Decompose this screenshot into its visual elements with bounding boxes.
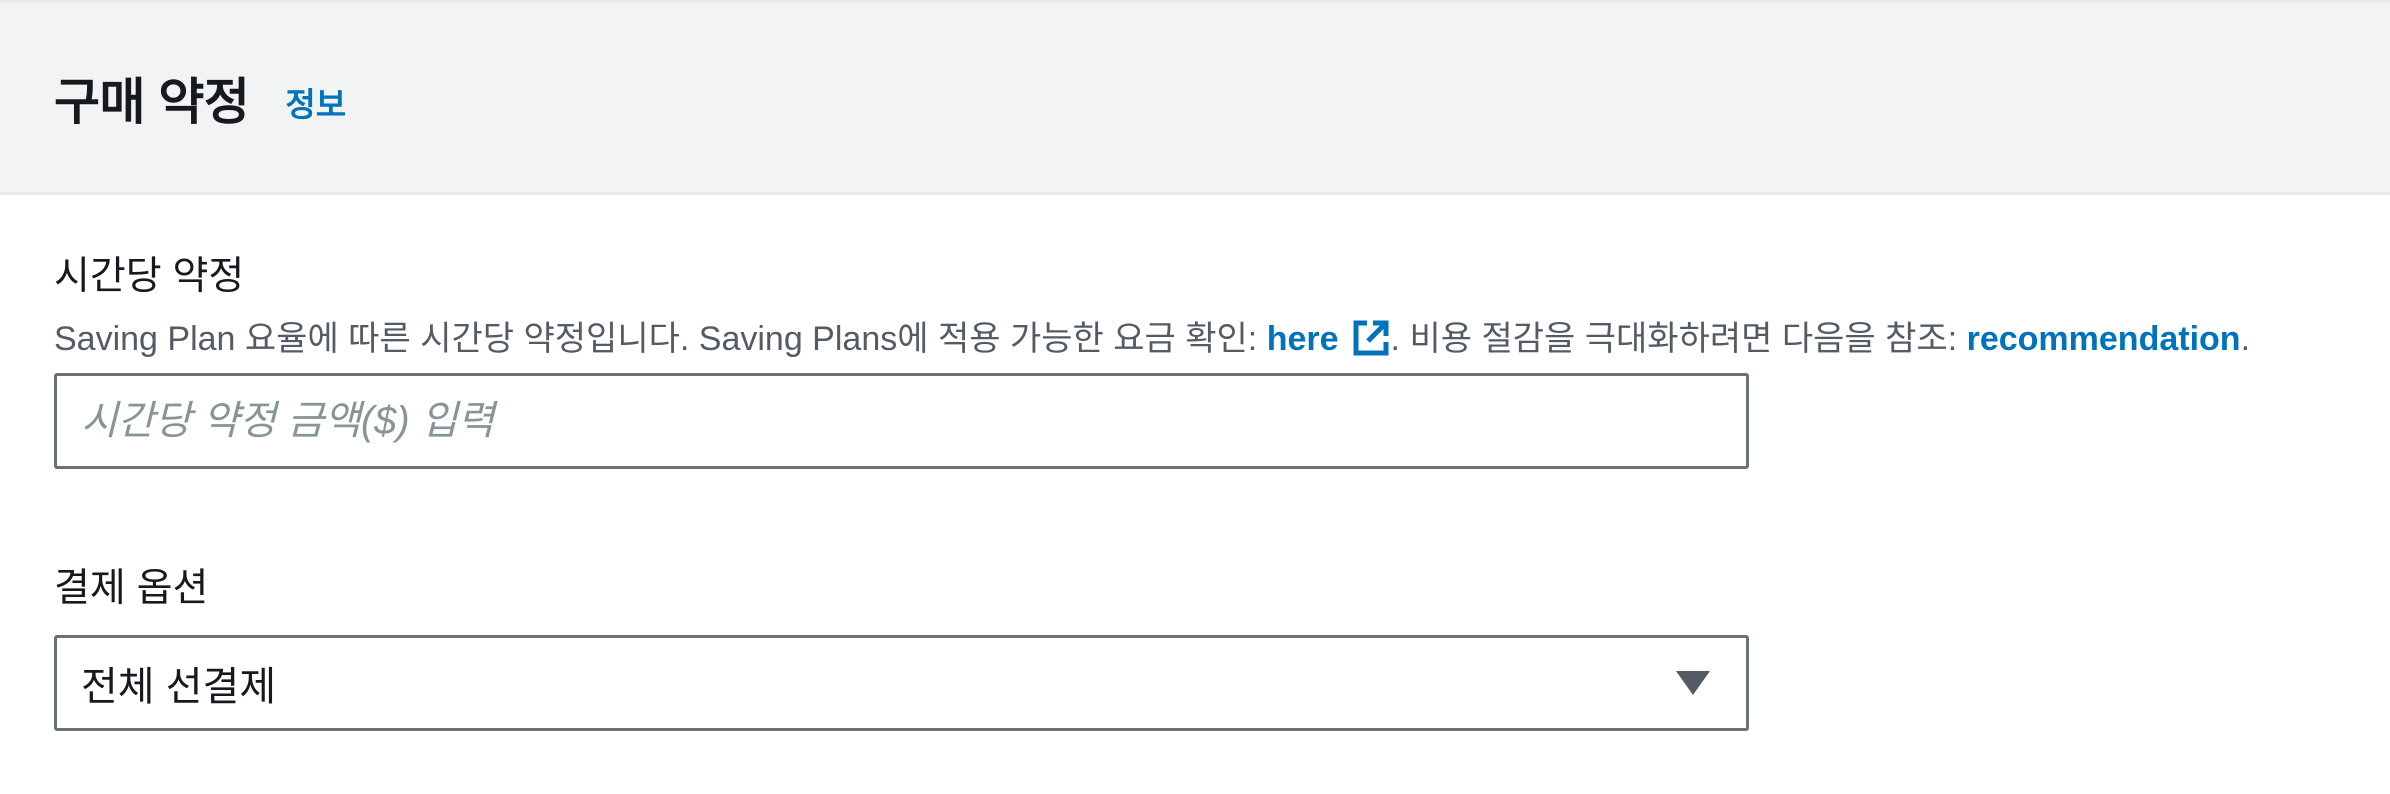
payment-option-selected-value: 전체 선결제 [81,665,277,709]
description-text-3: . [2240,320,2251,358]
recommendation-link[interactable]: recommendation [1967,320,2241,358]
hourly-commitment-field: 시간당 약정 Saving Plan 요율에 따른 시간당 약정입니다. Sav… [54,253,2390,469]
caret-down-icon [1676,671,1710,695]
panel-header: 구매 약정 정보 [0,0,2390,195]
description-text-1: Saving Plan 요율에 따른 시간당 약정입니다. Saving Pla… [54,320,1267,358]
info-link[interactable]: 정보 [285,78,346,126]
panel-title: 구매 약정 [54,73,250,130]
here-link[interactable]: here [1267,320,1391,358]
purchase-commitment-panel: 구매 약정 정보 시간당 약정 Saving Plan 요율에 따른 시간당 약… [0,0,2390,794]
here-link-label: here [1266,320,1339,358]
hourly-commitment-description: Saving Plan 요율에 따른 시간당 약정입니다. Saving Pla… [54,317,2390,361]
payment-option-label: 결제 옵션 [54,567,209,610]
description-text-2: . 비용 절감을 극대화하려면 다음을 참조: [1390,320,1967,358]
payment-option-select[interactable]: 전체 선결제 [54,635,1749,731]
panel-body: 시간당 약정 Saving Plan 요율에 따른 시간당 약정입니다. Sav… [0,195,2390,731]
external-link-icon [1353,320,1389,356]
hourly-commitment-input[interactable] [54,373,1749,469]
hourly-commitment-label: 시간당 약정 [54,255,245,298]
payment-option-field: 결제 옵션 전체 선결제 [54,565,2390,731]
